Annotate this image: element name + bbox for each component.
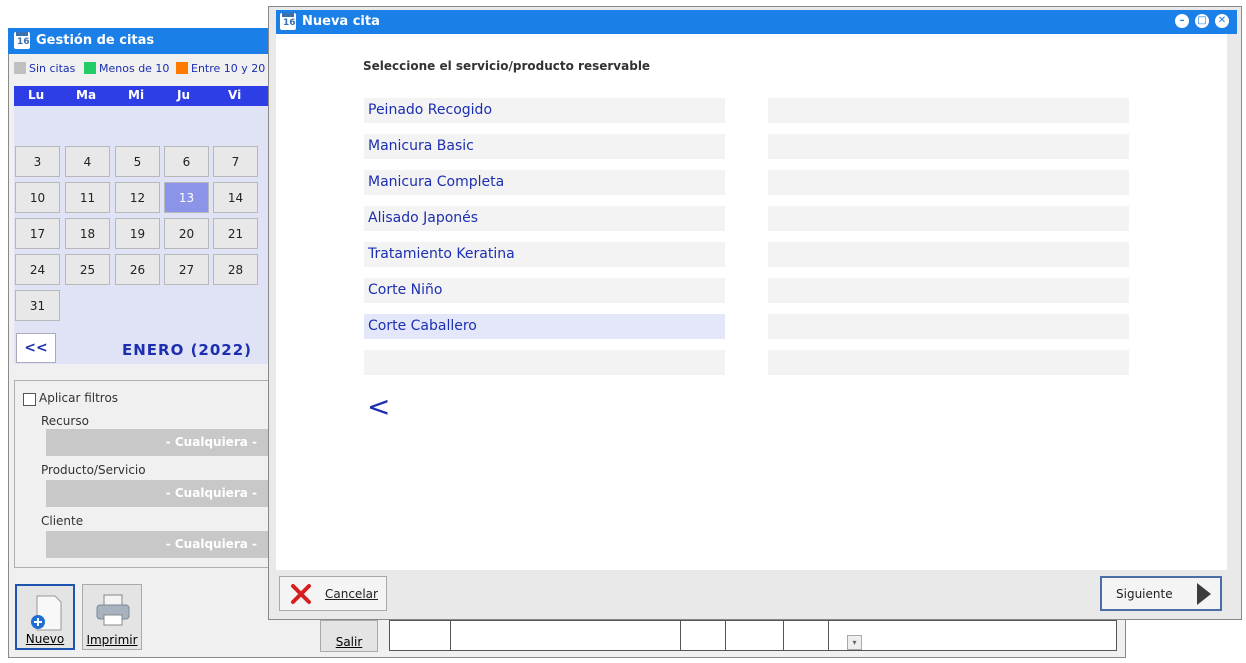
dialog-title-bar: 16 Nueva cita – □ ✕ [276, 10, 1237, 34]
background-title-bar: 16 Gestión de citas [8, 28, 270, 54]
red-x-icon [291, 584, 311, 604]
next-button-label: Siguiente [1116, 587, 1173, 601]
weekday-lu: Lu [28, 88, 45, 102]
service-item[interactable]: Alisado Japonés [364, 206, 725, 231]
exit-button-label: Salir [335, 635, 363, 649]
client-label: Cliente [41, 514, 84, 528]
calendar-day[interactable]: 26 [115, 254, 160, 285]
legend-item-sin-citas: Sin citas [14, 62, 75, 75]
service-item-empty [768, 242, 1129, 267]
service-item[interactable]: Corte Niño [364, 278, 725, 303]
service-item-highlighted[interactable]: Corte Caballero [364, 314, 725, 339]
calendar-day-selected[interactable]: 13 [164, 182, 209, 213]
calendar-day[interactable]: 25 [65, 254, 110, 285]
minimize-icon[interactable]: – [1175, 14, 1189, 28]
print-button-label: Imprimir [86, 633, 138, 647]
service-item-empty [768, 98, 1129, 123]
calendar-day[interactable]: 6 [164, 146, 209, 177]
scroll-down-arrow-icon[interactable]: ▾ [847, 635, 862, 650]
service-item-empty [768, 350, 1129, 375]
weekday-ma: Ma [76, 88, 97, 102]
calendar-day[interactable]: 28 [213, 254, 258, 285]
calendar-day[interactable]: 12 [115, 182, 160, 213]
calendar-day[interactable]: 31 [15, 290, 60, 321]
calendar-icon: 16 [14, 32, 30, 49]
new-button-label: Nuevo [25, 632, 65, 646]
apply-filters-label: Aplicar filtros [39, 391, 119, 405]
calendar-day[interactable]: 3 [15, 146, 60, 177]
calendar-header: Lu Ma Mi Ju Vi [14, 86, 270, 106]
calendar-day[interactable]: 19 [115, 218, 160, 249]
exit-button[interactable]: Salir [320, 620, 378, 652]
print-button[interactable]: Imprimir [82, 584, 142, 650]
calendar-day[interactable]: 10 [15, 182, 60, 213]
weekday-ju: Ju [177, 88, 191, 102]
resource-field[interactable]: - Cualquiera - [46, 429, 271, 456]
appointments-grid: ▾ [389, 620, 1117, 651]
printer-icon [96, 594, 130, 626]
previous-page-button[interactable]: < [367, 392, 390, 422]
calendar-icon: 16 [280, 13, 296, 30]
legend-item-entre-10-20: Entre 10 y 20 [176, 62, 265, 75]
calendar-day[interactable]: 20 [164, 218, 209, 249]
calendar-day[interactable]: 17 [15, 218, 60, 249]
client-field[interactable]: - Cualquiera - [46, 531, 271, 558]
service-item-empty [768, 314, 1129, 339]
play-arrow-icon [1197, 583, 1211, 605]
calendar-day[interactable]: 18 [65, 218, 110, 249]
background-window-title: Gestión de citas [36, 33, 155, 48]
calendar-day[interactable]: 5 [115, 146, 160, 177]
filters-panel: Aplicar filtros Recurso - Cualquiera - P… [14, 380, 271, 568]
maximize-icon[interactable]: □ [1195, 14, 1209, 28]
calendar-day[interactable]: 11 [65, 182, 110, 213]
calendar-day[interactable]: 14 [213, 182, 258, 213]
service-item-empty [768, 170, 1129, 195]
cancel-button[interactable]: Cancelar [279, 576, 387, 611]
service-item-empty [364, 350, 725, 375]
prev-month-button[interactable]: << [16, 333, 56, 363]
resource-label: Recurso [41, 414, 89, 428]
calendar-day[interactable]: 27 [164, 254, 209, 285]
service-item[interactable]: Tratamiento Keratina [364, 242, 725, 267]
legend-item-menos-10: Menos de 10 [84, 62, 169, 75]
service-item[interactable]: Manicura Completa [364, 170, 725, 195]
month-label: ENERO (2022) [122, 341, 253, 359]
calendar-day[interactable]: 24 [15, 254, 60, 285]
calendar-day[interactable]: 21 [213, 218, 258, 249]
calendar-day[interactable]: 7 [213, 146, 258, 177]
cancel-button-label: Cancelar [325, 587, 378, 601]
close-icon[interactable]: ✕ [1215, 14, 1229, 28]
new-document-icon [31, 595, 62, 631]
service-item-empty [768, 134, 1129, 159]
service-item[interactable]: Manicura Basic [364, 134, 725, 159]
service-item-empty [768, 206, 1129, 231]
product-field[interactable]: - Cualquiera - [46, 480, 271, 507]
service-item[interactable]: Peinado Recogido [364, 98, 725, 123]
product-label: Producto/Servicio [41, 463, 146, 477]
next-button[interactable]: Siguiente [1100, 576, 1222, 611]
dialog-title: Nueva cita [302, 14, 380, 29]
service-prompt: Seleccione el servicio/producto reservab… [363, 59, 651, 73]
service-item-empty [768, 278, 1129, 303]
weekday-vi: Vi [228, 88, 242, 102]
calendar-day[interactable]: 4 [65, 146, 110, 177]
new-button[interactable]: Nuevo [15, 584, 75, 650]
apply-filters-checkbox[interactable] [23, 393, 36, 406]
weekday-mi: Mi [128, 88, 145, 102]
